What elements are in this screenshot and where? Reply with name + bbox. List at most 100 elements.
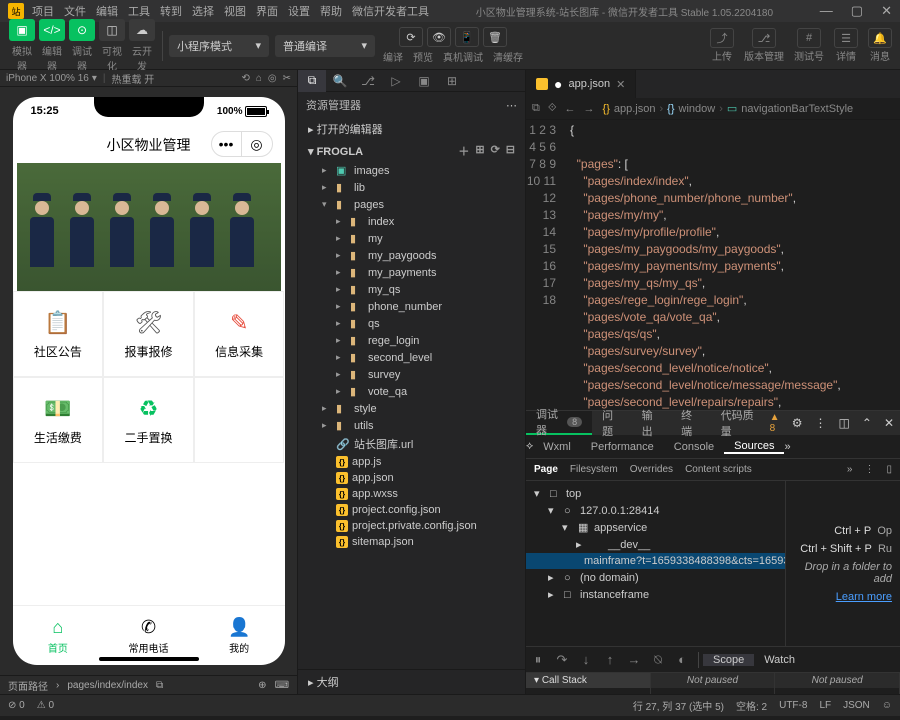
menu-编辑[interactable]: 编辑 [96,3,118,19]
bookmark-icon[interactable]: ⟐ [548,102,557,115]
more-icon[interactable]: ⋮ [864,464,874,475]
hot-reload-toggle[interactable]: 热重载 开 [111,71,154,86]
source-node[interactable]: ▸__dev__ [526,536,785,553]
warning-count[interactable]: ⚠ 0 [37,700,54,711]
tree-node[interactable]: ▸▮vote_qa [298,383,525,400]
source-node[interactable]: ▸○(no domain) [526,569,785,586]
tab-overrides[interactable]: Overrides [630,464,673,475]
tree-node[interactable]: {}project.config.json [298,502,525,518]
tree-node[interactable]: ▸▮utils [298,417,525,434]
tree-node[interactable]: ▸▮my_paygoods [298,247,525,264]
editor-button[interactable]: </> [39,19,65,41]
grid-cell[interactable]: 📋社区公告 [13,291,104,377]
compile-button[interactable]: ⟳ [399,27,423,47]
version-button[interactable]: ⎇ [752,28,776,48]
source-node[interactable]: ▾□top [526,485,785,502]
tree-node[interactable]: ▸▮style [298,400,525,417]
language-mode[interactable]: JSON [843,700,870,711]
tab-debugger[interactable]: 调试器8 [526,411,592,435]
minimize-icon[interactable]: — [820,3,833,19]
feedback-icon[interactable]: ☺ [882,700,892,711]
page-path[interactable]: pages/index/index [67,680,148,691]
tree-node[interactable]: {}app.json [298,470,525,486]
gear-icon[interactable]: ⚙ [786,416,809,430]
step-out-icon[interactable]: ↑ [598,652,622,667]
overflow-icon[interactable]: » [784,441,790,453]
tab-item[interactable]: 👤我的 [194,606,285,665]
deactivate-bp-icon[interactable]: ⍉ [646,652,670,668]
tree-node[interactable]: ▸▮my_qs [298,281,525,298]
menu-视图[interactable]: 视图 [224,3,246,19]
more-icon[interactable]: ⋮ [809,416,833,430]
close-panel-icon[interactable]: ✕ [878,416,900,430]
source-node[interactable]: ▸□instanceframe [526,586,785,603]
menu-帮助[interactable]: 帮助 [320,3,342,19]
warning-badge[interactable]: ▲ 8 [770,412,786,434]
tree-node[interactable]: {}app.wxss [298,486,525,502]
tree-node[interactable]: {}sitemap.json [298,534,525,550]
visual-button[interactable]: ◫ [99,19,125,41]
testid-button[interactable]: # [797,28,821,48]
clear-cache-button[interactable]: 🗑 [483,27,507,47]
home-icon[interactable]: ⌂ [256,73,262,84]
collapse-icon[interactable]: ⌃ [856,416,878,430]
nav-back-icon[interactable]: ← [565,103,576,115]
subtab-sources[interactable]: Sources [724,440,784,454]
source-node[interactable]: mainframe?t=1659338488398&cts=1659338488… [526,553,785,569]
tree-node[interactable]: ▸▮second_level [298,349,525,366]
tree-node[interactable]: ▸▮rege_login [298,332,525,349]
pause-icon[interactable]: ⏸ [526,652,550,668]
scope-tab[interactable]: Scope [703,654,754,666]
inspect-icon[interactable]: ⟡ [526,440,533,453]
tree-node[interactable]: ▸▮my [298,230,525,247]
remote-debug-button[interactable]: 📱 [455,27,479,47]
copy-icon[interactable]: ⧉ [156,680,163,691]
close-icon[interactable]: ✕ [881,3,892,19]
grid-cell[interactable]: 🛠报事报修 [103,291,194,377]
tree-node[interactable]: ▸▮qs [298,315,525,332]
breadcrumb[interactable]: {} app.json › {} window › ▭ navigationBa… [603,102,854,115]
indent-setting[interactable]: 空格: 2 [736,698,767,713]
more-icon[interactable]: ⋯ [506,99,517,112]
step-icon[interactable]: → [622,652,646,667]
tab-terminal[interactable]: 终端 [671,411,711,435]
screenshot-icon[interactable]: ◎ [268,73,277,84]
tab-quality[interactable]: 代码质量 [711,411,770,435]
step-over-icon[interactable]: ↷ [550,652,574,668]
callstack-label[interactable]: ▾ Call Stack [526,673,650,688]
compare-icon[interactable]: ⧉ [532,102,540,115]
subtab-performance[interactable]: Performance [581,441,664,453]
tree-node[interactable]: ▸▮phone_number [298,298,525,315]
maximize-icon[interactable]: ▢ [851,3,863,19]
scene-icon[interactable]: ⊕ [258,680,266,691]
shortcut-icon[interactable]: ⌨ [275,680,289,691]
tree-node[interactable]: {}app.js [298,454,525,470]
menu-项目[interactable]: 项目 [32,3,54,19]
compile-dropdown[interactable]: 普通编译 ▾ [275,35,375,57]
messages-button[interactable]: 🔔 [868,28,892,48]
grid-cell[interactable]: ✎信息采集 [194,291,285,377]
tab-output[interactable]: 输出 [632,411,672,435]
project-root[interactable]: ▾ FROGLA ＋ ⊞ ⟳ ⊟ [298,140,525,162]
debug-icon[interactable]: ▷ [382,70,410,92]
menu-设置[interactable]: 设置 [288,3,310,19]
debugger-button[interactable]: ⊙ [69,19,95,41]
nav-fwd-icon[interactable]: → [584,103,595,115]
tree-node[interactable]: 🔗站长图库.url [298,434,525,454]
grid-cell[interactable]: ♻二手置换 [103,377,194,463]
menu-选择[interactable]: 选择 [192,3,214,19]
cursor-position[interactable]: 行 27, 列 37 (选中 5) [633,698,724,713]
simulator-button[interactable]: ▣ [9,19,35,41]
close-tab-icon[interactable]: ✕ [616,78,625,91]
menu-工具[interactable]: 工具 [128,3,150,19]
refresh-icon[interactable]: ⟳ [491,143,500,159]
dock-side-icon[interactable]: ▯ [886,464,892,475]
explorer-icon[interactable]: ⧉ [298,70,326,92]
capsule-menu-icon[interactable]: ••• [212,132,242,156]
error-count[interactable]: ⊘ 0 [8,700,25,711]
tree-node[interactable]: ▸▣images [298,162,525,179]
cloud-button[interactable]: ☁ [129,19,155,41]
ext-icon[interactable]: ▣ [410,70,438,92]
new-file-icon[interactable]: ＋ [458,143,469,159]
tree-node[interactable]: ▾▮pages [298,196,525,213]
